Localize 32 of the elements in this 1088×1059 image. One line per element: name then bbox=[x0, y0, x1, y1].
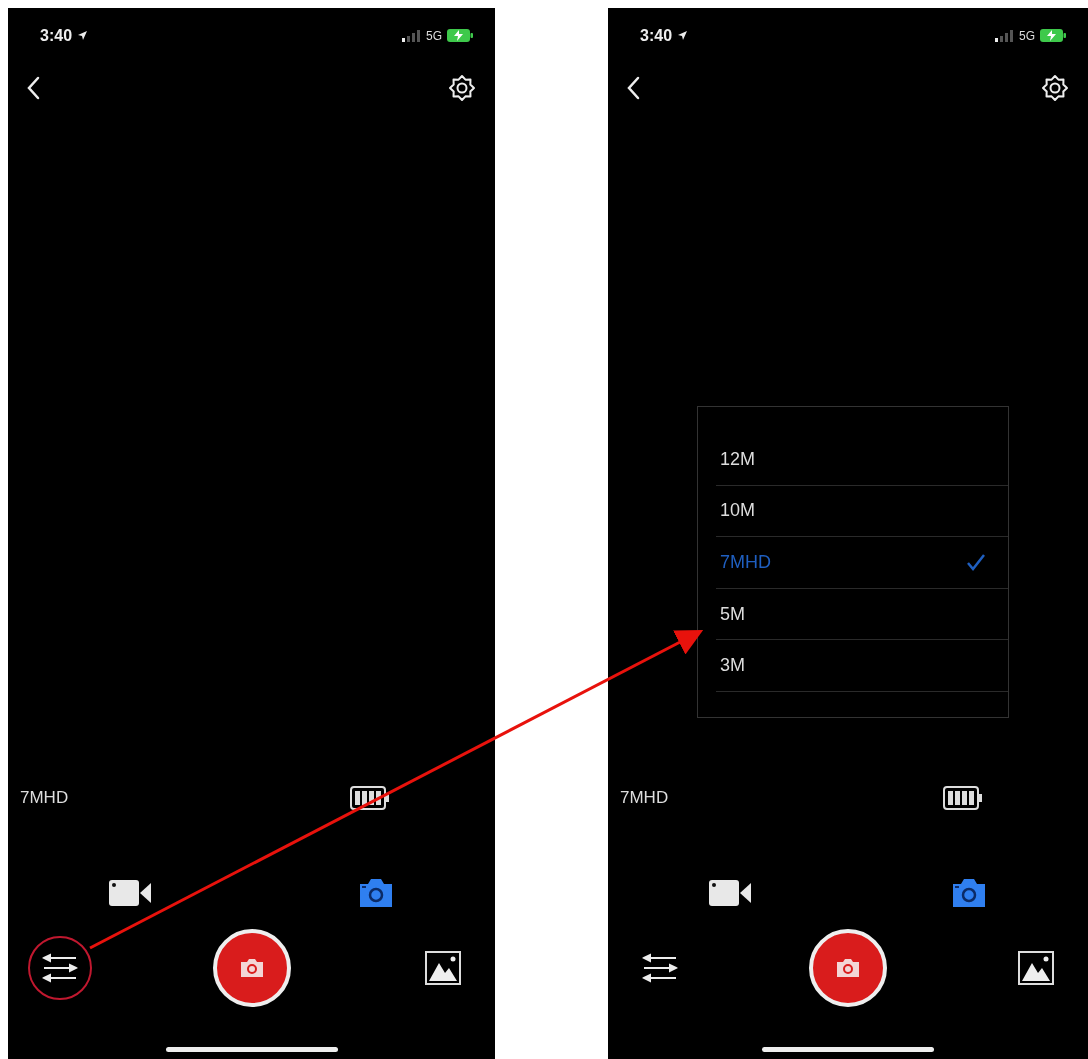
battery-level-icon bbox=[350, 786, 390, 810]
sliders-icon bbox=[642, 953, 678, 983]
video-camera-icon[interactable] bbox=[708, 879, 752, 907]
resolution-option[interactable]: 12M bbox=[716, 434, 1008, 486]
resolution-option[interactable]: 10M bbox=[716, 485, 1008, 538]
location-arrow-icon bbox=[77, 30, 89, 41]
battery-charging-icon bbox=[447, 29, 473, 42]
signal-icon bbox=[994, 29, 1014, 42]
camera-icon[interactable] bbox=[357, 878, 395, 908]
resolution-label: 7MHD bbox=[620, 788, 669, 808]
network-type: 5G bbox=[426, 28, 442, 43]
location-arrow-icon bbox=[677, 30, 689, 41]
camera-icon bbox=[239, 958, 264, 978]
status-time: 3:40 bbox=[40, 26, 73, 45]
gallery-icon bbox=[1018, 951, 1054, 985]
highlighted-sliders-button[interactable] bbox=[28, 936, 92, 1000]
resolution-option[interactable]: 5M bbox=[716, 588, 1008, 641]
sliders-icon bbox=[42, 953, 78, 983]
battery-charging-icon bbox=[1040, 29, 1066, 42]
resolution-label: 7MHD bbox=[20, 788, 69, 808]
signal-icon bbox=[401, 29, 421, 42]
camera-icon[interactable] bbox=[950, 878, 988, 908]
resolution-option[interactable]: 3M bbox=[716, 640, 1008, 692]
video-camera-icon[interactable] bbox=[108, 879, 152, 907]
back-icon[interactable] bbox=[26, 76, 40, 100]
status-time: 3:40 bbox=[640, 26, 673, 45]
back-icon[interactable] bbox=[626, 76, 640, 100]
check-icon bbox=[966, 553, 986, 572]
network-type: 5G bbox=[1019, 28, 1035, 43]
gallery-icon bbox=[425, 951, 461, 985]
camera-icon bbox=[836, 958, 860, 978]
battery-level-icon bbox=[943, 786, 983, 810]
